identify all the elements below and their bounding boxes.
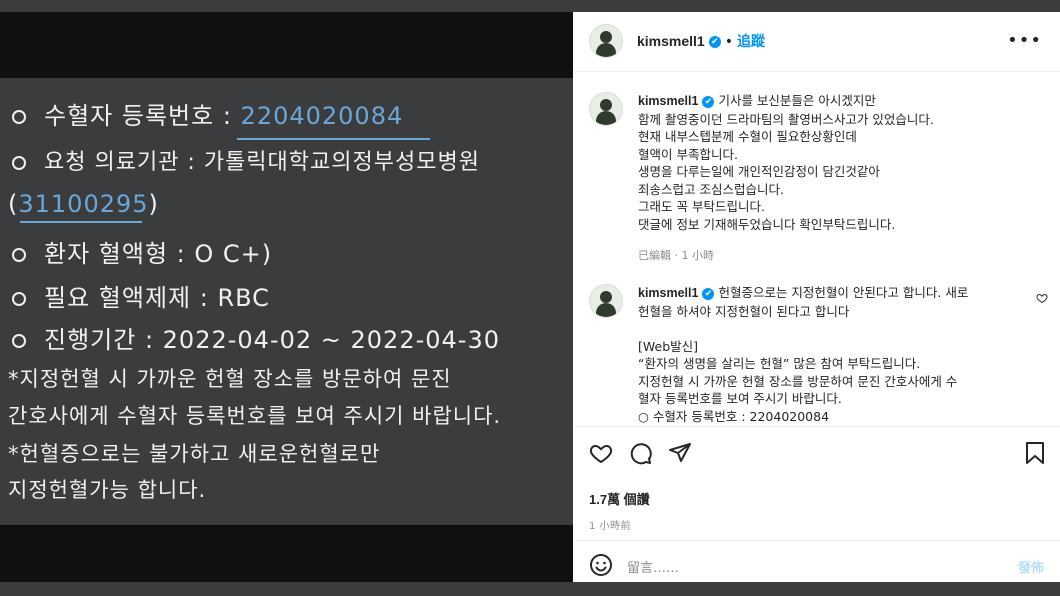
caption-meta: 已編輯 · 1 小時 <box>638 249 714 262</box>
separator: • <box>724 34 733 50</box>
caption-line: 댓글에 정보 기재해두었습니다 확인부탁드립니다. <box>638 216 896 232</box>
comment-line: [Web발신] <box>638 338 699 354</box>
verified-icon: ✔ <box>702 95 715 108</box>
board-line-4: 환자 혈액형 : O C+) <box>12 234 272 269</box>
comment-line: 혈자 등록번호를 보여 주시기 바랍니다. <box>638 391 842 406</box>
comment-username[interactable]: kimsmell1 <box>638 286 698 300</box>
comment-like-icon[interactable] <box>1036 292 1048 307</box>
post-button[interactable]: 發佈 <box>1018 557 1044 576</box>
bullet-circle <box>12 334 26 348</box>
header-user: kimsmell1 ✔ • 追蹤 <box>637 31 765 51</box>
comment-avatar[interactable] <box>589 284 623 318</box>
hospital-code: 31100295 <box>18 190 149 218</box>
post-time: 1 小時前 <box>589 521 632 532</box>
window-frame-bottom <box>0 582 1060 596</box>
board-line-8: 간호사에게 수혈자 등록번호를 보여 주시기 바랍니다. <box>8 404 502 428</box>
bookmark-icon[interactable] <box>1024 441 1046 469</box>
caption-line: 현재 내부스텝분께 수혈이 필요한상황인데 <box>638 129 857 144</box>
underline <box>20 221 142 223</box>
comment: kimsmell1 ✔ 헌혈증으로는 지정헌혈이 안된다고 합니다. 새로 헌혈을… <box>638 284 1018 425</box>
board-line-7: *지정헌혈 시 가까운 헌혈 장소를 방문하여 문진 <box>8 367 452 391</box>
board-line-3: (31100295) <box>8 190 159 218</box>
comment-line: 지정헌혈 시 가까운 헌혈 장소를 방문하여 문진 간호사에게 수 <box>638 373 958 389</box>
post-actions: 1.7萬 個讚 1 小時前 留言…… 發佈 <box>573 426 1060 577</box>
board-line-9: *헌혈증으로는 불가하고 새로운헌혈로만 <box>8 442 381 466</box>
emoji-icon[interactable] <box>589 553 613 581</box>
bullet-circle <box>12 110 26 124</box>
post-image[interactable]: 수혈자 등록번호 : 2204020084 요청 의료기관 : 가톨릭대학교의정… <box>0 12 573 582</box>
board-line-1: 수혈자 등록번호 : 2204020084 <box>12 96 403 131</box>
username-link[interactable]: kimsmell1 <box>637 33 705 49</box>
recipient-number: 2204020084 <box>240 102 404 130</box>
caption-line-0: kimsmell1 ✔ 기사를 보신분들은 아시겠지만 <box>638 93 876 108</box>
heart-icon[interactable] <box>589 441 613 469</box>
comment-icon[interactable] <box>629 441 653 469</box>
board-line-5: 필요 혈액제제 : RBC <box>12 278 270 313</box>
comment-line-0: kimsmell1 ✔ 헌혈증으로는 지정헌혈이 안된다고 합니다. 새로 <box>638 285 969 300</box>
comment-input[interactable]: 留言…… <box>627 557 679 576</box>
blackboard: 수혈자 등록번호 : 2204020084 요청 의료기관 : 가톨릭대학교의정… <box>0 78 573 525</box>
window-frame-top <box>0 0 1060 12</box>
caption-avatar[interactable] <box>589 92 623 126</box>
comment-line: ○ 수혈자 등록번호 : 2204020084 <box>638 408 830 424</box>
caption-username[interactable]: kimsmell1 <box>638 94 698 108</box>
verified-icon: ✔ <box>708 35 721 48</box>
avatar[interactable] <box>589 24 623 58</box>
board-line-10: 지정헌혈가능 합니다. <box>8 478 207 502</box>
bullet-circle <box>12 248 26 262</box>
underline <box>237 138 430 140</box>
more-options-icon[interactable]: ••• <box>1007 30 1042 51</box>
bullet-circle <box>12 156 26 170</box>
post-header: kimsmell1 ✔ • 追蹤 ••• <box>573 12 1060 72</box>
board-line-2: 요청 의료기관 : 가톨릭대학교의정부성모병원 <box>12 144 480 176</box>
board-line-6: 진행기간 : 2022-04-02 ~ 2022-04-30 <box>12 320 500 355</box>
share-icon[interactable] <box>668 441 692 469</box>
comment-line: 헌혈을 하셔야 지정헌혈이 된다고 합니다 <box>638 303 850 319</box>
post-panel: kimsmell1 ✔ • 追蹤 ••• kimsmell1 ✔ 기사를 보신분들은 아… <box>573 12 1060 582</box>
caption-line: 그래도 꼭 부탁드립니다. <box>638 199 765 214</box>
caption-line: 혈액이 부족합니다. <box>638 146 738 162</box>
caption-line: 죄송스럽고 조심스럽습니다. <box>638 181 784 197</box>
caption-line: 생명을 다루는일에 개인적인감정이 담긴것같아 <box>638 164 880 179</box>
comment-line: “환자의 생명을 살리는 헌혈” 많은 참여 부탁드립니다. <box>638 356 921 371</box>
caption-line: 함께 촬영중이던 드라마팀의 촬영버스사고가 있었습니다. <box>638 111 934 127</box>
like-count[interactable]: 1.7萬 個讚 <box>589 489 650 508</box>
follow-button[interactable]: 追蹤 <box>737 33 765 49</box>
comment-line <box>638 320 1018 338</box>
caption: kimsmell1 ✔ 기사를 보신분들은 아시겠지만 함께 촬영중이던 드라마팀… <box>638 92 1028 265</box>
verified-icon: ✔ <box>702 287 715 300</box>
bullet-circle <box>12 292 26 306</box>
